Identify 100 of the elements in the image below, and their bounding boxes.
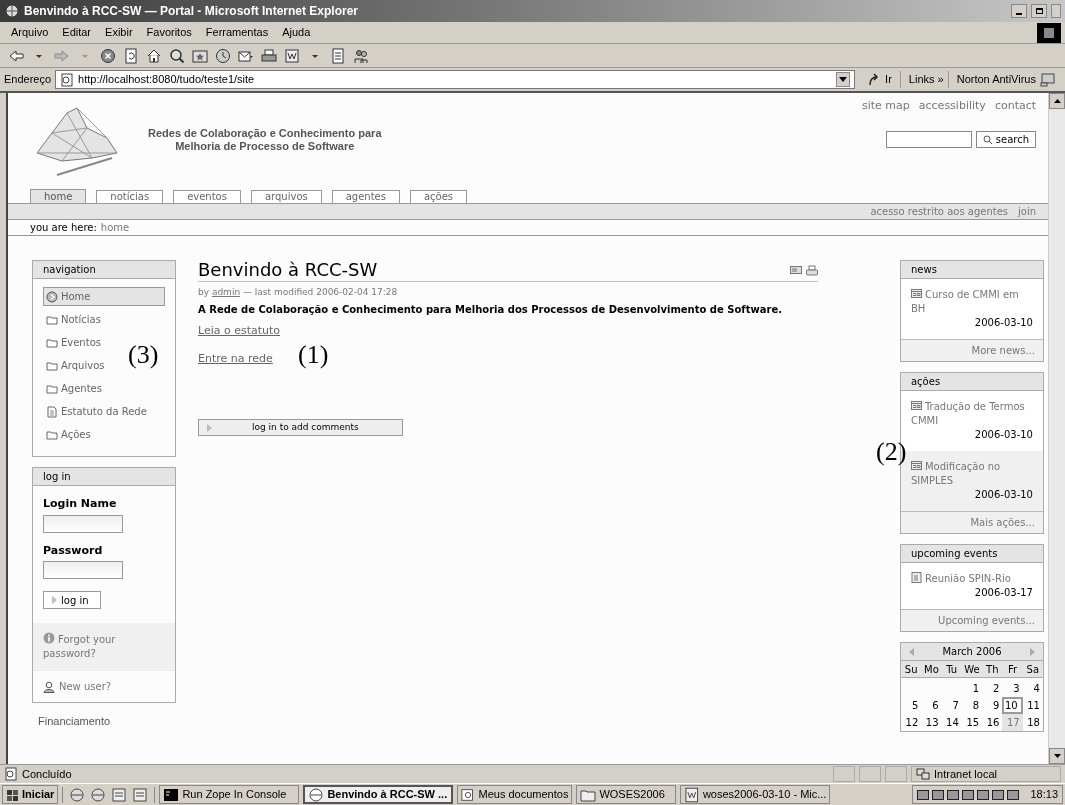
- mail-icon[interactable]: [790, 265, 802, 275]
- item-icon: [911, 460, 922, 471]
- minimize-button[interactable]: [1011, 4, 1027, 18]
- breadcrumb-link[interactable]: home: [100, 220, 130, 235]
- new-user-link[interactable]: New user?: [43, 679, 165, 694]
- login-button[interactable]: log in: [43, 591, 101, 609]
- portlet-item-link[interactable]: Curso de CMMI em BH: [911, 288, 1033, 316]
- nav-tab[interactable]: arquivos: [250, 190, 322, 203]
- calendar-day: 15: [961, 714, 983, 731]
- up-arrow-icon[interactable]: [1053, 99, 1061, 103]
- taskbar-button[interactable]: Meus documentos: [457, 785, 573, 804]
- document-icon[interactable]: [330, 47, 346, 64]
- nav-item[interactable]: Agentes: [43, 379, 105, 398]
- document-icon[interactable]: [132, 786, 149, 803]
- user-icon: [43, 680, 55, 693]
- word-icon[interactable]: [284, 47, 300, 64]
- breadcrumb-label: you are here:: [30, 221, 97, 235]
- nav-item[interactable]: Arquivos: [43, 356, 108, 375]
- browser-icon[interactable]: [90, 786, 107, 803]
- comment-button[interactable]: log in to add comments: [198, 419, 403, 436]
- nav-tab[interactable]: agentes: [331, 190, 400, 203]
- folder-icon: [46, 382, 58, 395]
- personal-bar-link[interactable]: join: [1018, 204, 1037, 219]
- nav-item[interactable]: Home: [43, 287, 165, 306]
- menu-item[interactable]: Ferramentas: [198, 24, 276, 41]
- status-pane: [833, 766, 855, 782]
- people-icon[interactable]: [353, 47, 369, 64]
- nav-tab[interactable]: notícias: [96, 190, 164, 203]
- page-icon: [60, 72, 75, 87]
- triangle-icon: [207, 423, 212, 432]
- personal-bar-link[interactable]: acesso restrito aos agentes: [870, 204, 1009, 219]
- folder-icon: [46, 428, 58, 441]
- field-label: Login Name: [43, 496, 118, 512]
- antivirus-button[interactable]: Norton AntiVirus: [952, 71, 1060, 88]
- start-button[interactable]: Iniciar: [2, 785, 59, 804]
- menu-item[interactable]: Exibir: [98, 24, 140, 41]
- status-pane: [885, 766, 907, 782]
- menu-item[interactable]: Ajuda: [275, 24, 318, 41]
- input-field[interactable]: [43, 514, 123, 533]
- address-field[interactable]: http://localhost:8080/tudo/teste1/site: [55, 70, 856, 89]
- tray-icon[interactable]: [1007, 788, 1020, 801]
- tray-icon[interactable]: [992, 788, 1005, 801]
- nav-tab[interactable]: eventos: [173, 190, 241, 203]
- site-action-link[interactable]: site map: [861, 98, 910, 115]
- menu-item[interactable]: Editar: [55, 24, 99, 41]
- nav-item[interactable]: Estatuto da Rede: [43, 402, 150, 421]
- clock-text: 18:13: [1030, 787, 1058, 803]
- tray-icon[interactable]: [917, 788, 930, 801]
- nav-item[interactable]: Ações: [43, 425, 94, 444]
- byline-text: by admin — last modified 2006-02-04 17:28: [198, 286, 399, 298]
- portlet-item-link[interactable]: Modificação no SIMPLES: [911, 460, 1033, 488]
- dropdown-icon[interactable]: [836, 72, 851, 87]
- portlet-item-link[interactable]: Reunião SPIN-Rio: [911, 572, 1033, 586]
- item-icon: [911, 288, 922, 299]
- tray-icon[interactable]: [977, 788, 990, 801]
- weekday-label: Th: [985, 662, 1000, 677]
- search-field[interactable]: [885, 131, 972, 148]
- links-button[interactable]: Links »: [904, 71, 949, 88]
- back-icon[interactable]: [8, 47, 24, 64]
- address-label: Endereço: [4, 72, 52, 88]
- refresh-icon[interactable]: [123, 47, 139, 64]
- go-button[interactable]: Ir: [859, 71, 901, 88]
- input-field[interactable]: [43, 561, 123, 579]
- calendar-day: 4: [1022, 680, 1043, 697]
- author-link[interactable]: admin: [211, 287, 241, 297]
- nav-tab[interactable]: home: [30, 189, 87, 203]
- calendar-day: 2: [982, 680, 1003, 697]
- section-heading: Financiamento: [37, 714, 112, 729]
- scrollbar[interactable]: [1048, 93, 1065, 764]
- calendar-day[interactable]: 17: [1002, 714, 1023, 731]
- calendar-day: 12: [901, 714, 922, 731]
- tray-icon[interactable]: [962, 788, 975, 801]
- status-text: Concluído: [22, 766, 73, 782]
- taskbar-button[interactable]: woses2006-03-10 - Mic...: [680, 785, 831, 804]
- taskbar-button[interactable]: Benvindo à RCC-SW ...: [303, 785, 454, 804]
- nav-item[interactable]: Notícias: [43, 310, 104, 329]
- down-arrow-icon[interactable]: [1053, 754, 1061, 758]
- taskbar-button[interactable]: WOSES2006: [576, 785, 677, 804]
- printer-icon[interactable]: [806, 265, 818, 277]
- taskbar-button[interactable]: Run Zope In Console: [159, 785, 300, 804]
- menu-item[interactable]: Arquivo: [4, 24, 56, 41]
- tray-icon[interactable]: [947, 788, 960, 801]
- site-action-link[interactable]: contact: [994, 98, 1037, 115]
- browser-icon[interactable]: [69, 786, 86, 803]
- restore-button[interactable]: [1031, 4, 1047, 18]
- portlet-header: navigation: [33, 261, 175, 279]
- home-icon[interactable]: [146, 47, 162, 64]
- site-action-link[interactable]: accessibility: [918, 98, 986, 115]
- tray-icon[interactable]: [932, 788, 945, 801]
- menu-item[interactable]: Favoritos: [139, 24, 199, 41]
- page-title: Benvindo à RCC-SW: [198, 260, 378, 280]
- nav-tab[interactable]: ações: [409, 190, 468, 203]
- history-icon[interactable]: [215, 47, 231, 64]
- nav-item[interactable]: Eventos: [43, 333, 104, 352]
- search-button[interactable]: search: [975, 131, 1037, 148]
- content-link[interactable]: Leia o estatuto: [198, 323, 281, 340]
- printer-icon[interactable]: [261, 47, 277, 64]
- stop-icon[interactable]: [100, 47, 116, 64]
- portlet-item-link[interactable]: Tradução de Termos CMMI: [911, 400, 1033, 428]
- content-link[interactable]: Entre na rede: [198, 350, 273, 367]
